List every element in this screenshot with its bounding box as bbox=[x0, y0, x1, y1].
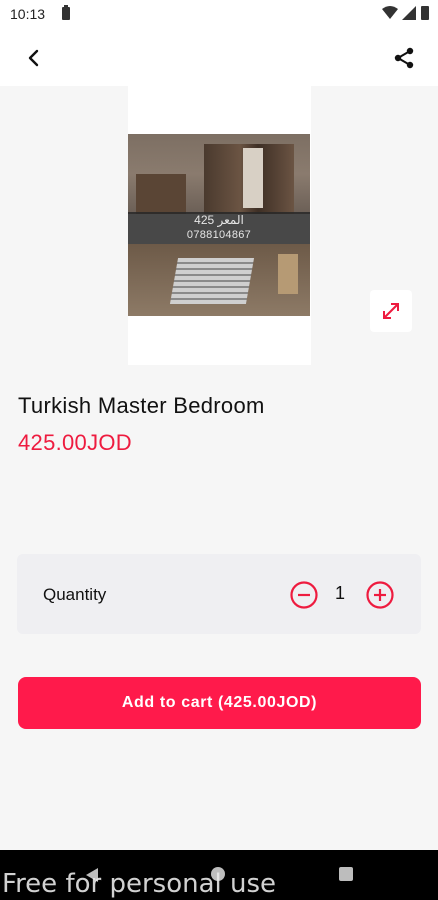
image-overlay-text: المعر 425 bbox=[194, 213, 244, 227]
battery-saver-icon bbox=[62, 5, 70, 20]
product-image[interactable]: المعر 425 0788104867 bbox=[128, 134, 310, 316]
status-bar: 10:13 bbox=[0, 0, 438, 30]
quantity-label: Quantity bbox=[43, 585, 107, 604]
add-to-cart-button[interactable]: Add to cart (425.00JOD) bbox=[18, 677, 421, 729]
image-overlay-phone: 0788104867 bbox=[186, 229, 252, 241]
nav-recents-icon[interactable] bbox=[339, 867, 353, 881]
quantity-value: 1 bbox=[335, 583, 346, 603]
image-mirror bbox=[243, 148, 263, 208]
product-price: 425.00JOD bbox=[18, 430, 132, 455]
watermark-text: Free for personal use bbox=[2, 869, 277, 899]
signal-icon bbox=[402, 6, 416, 20]
share-icon bbox=[394, 47, 414, 69]
expand-icon bbox=[383, 303, 399, 319]
image-lamp bbox=[278, 254, 298, 294]
share-button[interactable] bbox=[388, 42, 420, 74]
battery-icon bbox=[421, 6, 429, 20]
arrow-back-icon bbox=[28, 49, 39, 67]
back-button[interactable] bbox=[18, 42, 50, 74]
quantity-selector: Quantity 1 bbox=[17, 554, 421, 634]
product-image-panel[interactable]: المعر 425 0788104867 bbox=[128, 86, 311, 365]
product-title: Turkish Master Bedroom bbox=[18, 393, 265, 418]
image-dresser bbox=[136, 174, 186, 214]
app-bar bbox=[0, 30, 438, 86]
minus-circle-icon[interactable] bbox=[289, 580, 319, 610]
wifi-icon bbox=[382, 6, 398, 19]
status-time: 10:13 bbox=[10, 6, 46, 22]
image-bed bbox=[169, 258, 255, 304]
plus-circle-icon[interactable] bbox=[365, 580, 395, 610]
expand-image-button[interactable] bbox=[370, 290, 412, 332]
